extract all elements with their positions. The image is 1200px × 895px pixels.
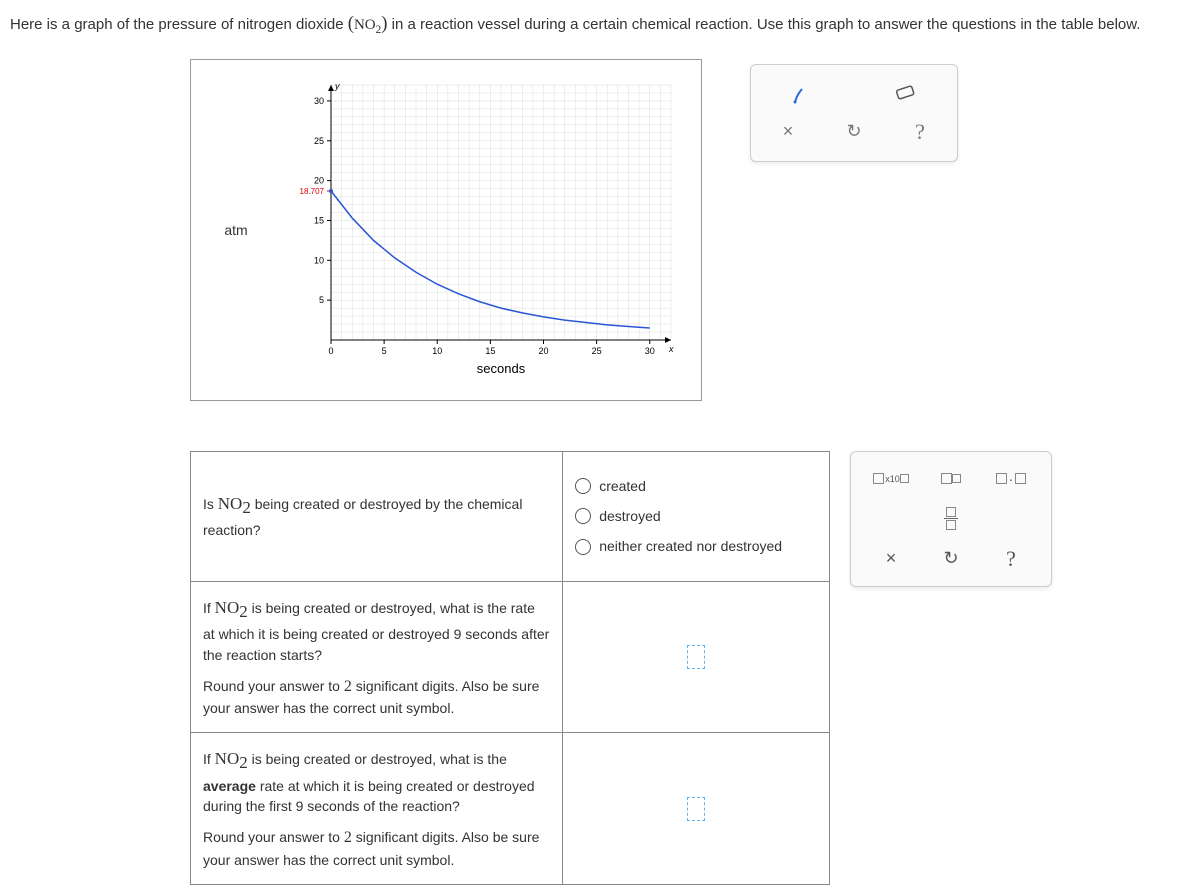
graph-panel: atm x y 0 5 10 15 20 25 30 5 10 15 20 25 30 18.707 secon… — [190, 59, 702, 401]
chem-no: NO — [354, 17, 376, 33]
svg-text:30: 30 — [645, 346, 655, 356]
superscript-button[interactable] — [927, 462, 975, 496]
svg-text:0: 0 — [328, 346, 333, 356]
refresh-icon[interactable]: ↻ — [927, 542, 975, 576]
dot-button[interactable]: · — [987, 462, 1035, 496]
svg-text:x: x — [668, 344, 674, 354]
q3-text: If NO2 is being created or destroyed, wh… — [191, 733, 563, 885]
help-icon[interactable]: ? — [987, 542, 1035, 576]
prompt-part2: in a reaction vessel during a certain ch… — [388, 16, 1141, 33]
svg-text:25: 25 — [592, 346, 602, 356]
radio-created[interactable]: created — [575, 476, 817, 496]
svg-text:y: y — [334, 81, 340, 91]
q1-answers: created destroyed neither created nor de… — [563, 451, 830, 581]
q2-answer-box[interactable] — [563, 581, 830, 733]
svg-text:15: 15 — [314, 215, 324, 225]
close-icon[interactable]: × — [867, 542, 915, 576]
svg-text:seconds: seconds — [477, 361, 526, 376]
svg-text:30: 30 — [314, 96, 324, 106]
question-table: Is NO2 being created or destroyed by the… — [190, 451, 830, 885]
close-icon[interactable]: × — [768, 115, 808, 149]
svg-text:18.707: 18.707 — [300, 187, 325, 196]
svg-text:25: 25 — [314, 136, 324, 146]
svg-text:5: 5 — [382, 346, 387, 356]
radio-neither[interactable]: neither created nor destroyed — [575, 536, 817, 556]
svg-text:20: 20 — [538, 346, 548, 356]
fraction-button[interactable] — [927, 502, 975, 536]
y-axis-label: atm — [191, 222, 281, 238]
sci-notation-button[interactable]: x10 — [867, 462, 915, 496]
refresh-icon[interactable]: ↻ — [834, 115, 874, 149]
q3-answer-box[interactable] — [563, 733, 830, 885]
drawing-toolbox: × ↻ ? — [750, 64, 958, 162]
radio-icon — [575, 539, 591, 555]
radio-icon — [575, 508, 591, 524]
eraser-icon[interactable] — [884, 77, 924, 111]
svg-text:20: 20 — [314, 176, 324, 186]
prompt-text: Here is a graph of the pressure of nitro… — [10, 10, 1190, 39]
q2-text: If NO2 is being created or destroyed, wh… — [191, 581, 563, 733]
radio-destroyed[interactable]: destroyed — [575, 506, 817, 526]
decay-plot: x y 0 5 10 15 20 25 30 5 10 15 20 25 30 18.707 seconds — [281, 75, 681, 385]
radio-icon — [575, 478, 591, 494]
format-toolbox: x10 · × ↻ ? — [850, 451, 1052, 587]
answer-input[interactable] — [687, 797, 705, 821]
q1-text: Is NO2 being created or destroyed by the… — [191, 451, 563, 581]
prompt-part1: Here is a graph of the pressure of nitro… — [10, 16, 348, 33]
answer-input[interactable] — [687, 645, 705, 669]
svg-text:10: 10 — [432, 346, 442, 356]
pencil-icon[interactable] — [785, 77, 825, 111]
svg-text:10: 10 — [314, 255, 324, 265]
svg-text:15: 15 — [485, 346, 495, 356]
help-icon[interactable]: ? — [900, 115, 940, 149]
svg-text:5: 5 — [319, 295, 324, 305]
